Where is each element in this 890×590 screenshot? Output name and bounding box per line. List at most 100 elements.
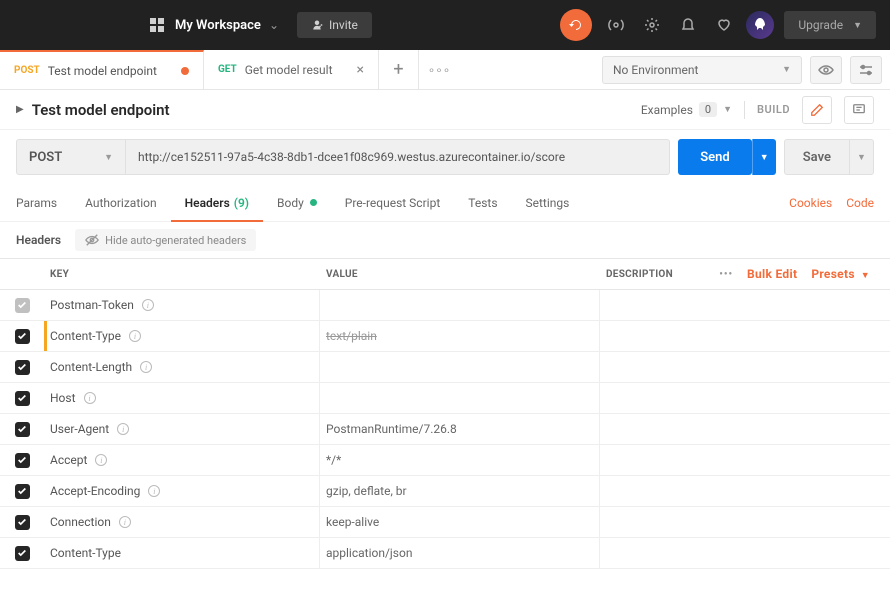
header-key[interactable]: Content-Type [44, 538, 320, 568]
header-checkbox[interactable] [15, 453, 30, 468]
subnav-params[interactable]: Params [16, 184, 71, 221]
caret-down-icon: ▼ [782, 64, 791, 75]
header-key[interactable]: Postman-Tokeni [44, 290, 320, 320]
header-value[interactable] [320, 383, 600, 413]
header-value[interactable]: text/plain [320, 321, 600, 351]
method-badge: GET [218, 64, 237, 75]
info-icon[interactable]: i [95, 454, 107, 466]
header-value[interactable] [320, 352, 600, 382]
headers-label: Headers [16, 233, 61, 247]
header-row: Accepti*/* [0, 445, 890, 476]
header-row: Content-Typeitext/plain [0, 321, 890, 352]
subnav-body[interactable]: Body [263, 184, 331, 221]
subnav-tests[interactable]: Tests [454, 184, 511, 221]
bell-icon[interactable] [672, 9, 704, 41]
header-row: Content-Lengthi [0, 352, 890, 383]
eye-off-icon [85, 233, 99, 247]
edit-button[interactable] [802, 96, 832, 124]
info-icon[interactable]: i [117, 423, 129, 435]
request-subnav: Params Authorization Headers(9) Body Pre… [0, 184, 890, 222]
header-value[interactable]: PostmanRuntime/7.26.8 [320, 414, 600, 444]
cookies-link[interactable]: Cookies [789, 196, 832, 210]
sync-icon [568, 17, 584, 33]
modified-dot-icon [181, 67, 189, 75]
user-avatar[interactable] [746, 11, 774, 39]
url-input[interactable] [126, 139, 670, 175]
tab-bar: POST Test model endpoint GET Get model r… [0, 50, 890, 90]
rocket-icon [752, 17, 768, 33]
subnav-settings[interactable]: Settings [512, 184, 584, 221]
header-key[interactable]: Hosti [44, 383, 320, 413]
save-button[interactable]: Save [784, 139, 850, 175]
environment-quicklook-button[interactable] [810, 56, 842, 84]
environment-select[interactable]: No Environment ▼ [602, 56, 802, 84]
info-icon[interactable]: i [142, 299, 154, 311]
header-checkbox[interactable] [15, 515, 30, 530]
column-key: KEY [44, 269, 320, 280]
top-bar: My Workspace ⌄ Invite Upgrade▼ [0, 0, 890, 50]
upgrade-button[interactable]: Upgrade▼ [784, 11, 876, 39]
header-key[interactable]: Content-Typei [44, 321, 320, 351]
url-bar: POST ▼ Send ▼ Save ▼ [0, 130, 890, 184]
header-value[interactable]: gzip, deflate, br [320, 476, 600, 506]
sliders-icon [858, 62, 874, 78]
header-value[interactable]: */* [320, 445, 600, 475]
tab-test-model-endpoint[interactable]: POST Test model endpoint [0, 50, 204, 89]
build-button[interactable]: BUILD [757, 103, 790, 116]
method-select[interactable]: POST ▼ [16, 139, 126, 175]
info-icon[interactable]: i [140, 361, 152, 373]
subnav-prerequest[interactable]: Pre-request Script [331, 184, 454, 221]
send-options-button[interactable]: ▼ [752, 139, 776, 175]
body-indicator-dot [310, 199, 317, 206]
satellite-icon[interactable] [600, 9, 632, 41]
bulk-edit-link[interactable]: Bulk Edit [747, 267, 797, 281]
header-value[interactable]: keep-alive [320, 507, 600, 537]
presets-dropdown[interactable]: Presets▼ [811, 267, 870, 281]
info-icon[interactable]: i [148, 485, 160, 497]
header-checkbox[interactable] [15, 360, 30, 375]
header-key[interactable]: Accepti [44, 445, 320, 475]
caret-down-icon: ▼ [723, 104, 732, 115]
header-key[interactable]: Connectioni [44, 507, 320, 537]
workspace-chevron-icon[interactable]: ⌄ [269, 18, 279, 32]
info-icon[interactable]: i [119, 516, 131, 528]
invite-button[interactable]: Invite [297, 12, 372, 38]
header-checkbox[interactable] [15, 298, 30, 313]
header-checkbox[interactable] [15, 422, 30, 437]
new-tab-button[interactable]: + [379, 50, 419, 89]
column-options-button[interactable]: ••• [719, 269, 733, 280]
info-icon[interactable]: i [129, 330, 141, 342]
settings-icon[interactable] [636, 9, 668, 41]
header-checkbox[interactable] [15, 329, 30, 344]
headers-table-body: Postman-TokeniContent-Typeitext/plainCon… [0, 290, 890, 569]
workspace-name[interactable]: My Workspace [175, 18, 261, 33]
header-value[interactable] [320, 290, 600, 320]
tab-overflow-button[interactable]: ∘∘∘ [419, 50, 459, 89]
subnav-authorization[interactable]: Authorization [71, 184, 171, 221]
code-link[interactable]: Code [846, 196, 874, 210]
header-checkbox[interactable] [15, 546, 30, 561]
send-button[interactable]: Send [678, 139, 752, 175]
hide-autogenerated-button[interactable]: Hide auto-generated headers [75, 229, 256, 251]
save-options-button[interactable]: ▼ [850, 139, 874, 175]
examples-dropdown[interactable]: Examples 0 ▼ [641, 102, 732, 117]
comment-button[interactable] [844, 96, 874, 124]
header-key[interactable]: User-Agenti [44, 414, 320, 444]
close-tab-icon[interactable]: × [357, 62, 364, 78]
method-badge: POST [14, 65, 40, 76]
workspace-grid-icon[interactable] [149, 17, 165, 33]
header-value[interactable]: application/json [320, 538, 600, 568]
column-description: DESCRIPTION [600, 269, 719, 280]
info-icon[interactable]: i [84, 392, 96, 404]
comment-icon [852, 103, 866, 117]
header-checkbox[interactable] [15, 484, 30, 499]
header-key[interactable]: Content-Lengthi [44, 352, 320, 382]
subnav-headers[interactable]: Headers(9) [171, 184, 263, 221]
sync-button[interactable] [560, 9, 592, 41]
tab-get-model-result[interactable]: GET Get model result × [204, 50, 379, 89]
header-key[interactable]: Accept-Encodingi [44, 476, 320, 506]
heart-icon[interactable] [708, 9, 740, 41]
settings-sliders-button[interactable] [850, 56, 882, 84]
header-checkbox[interactable] [15, 391, 30, 406]
expand-caret-icon[interactable]: ▶ [16, 104, 24, 115]
